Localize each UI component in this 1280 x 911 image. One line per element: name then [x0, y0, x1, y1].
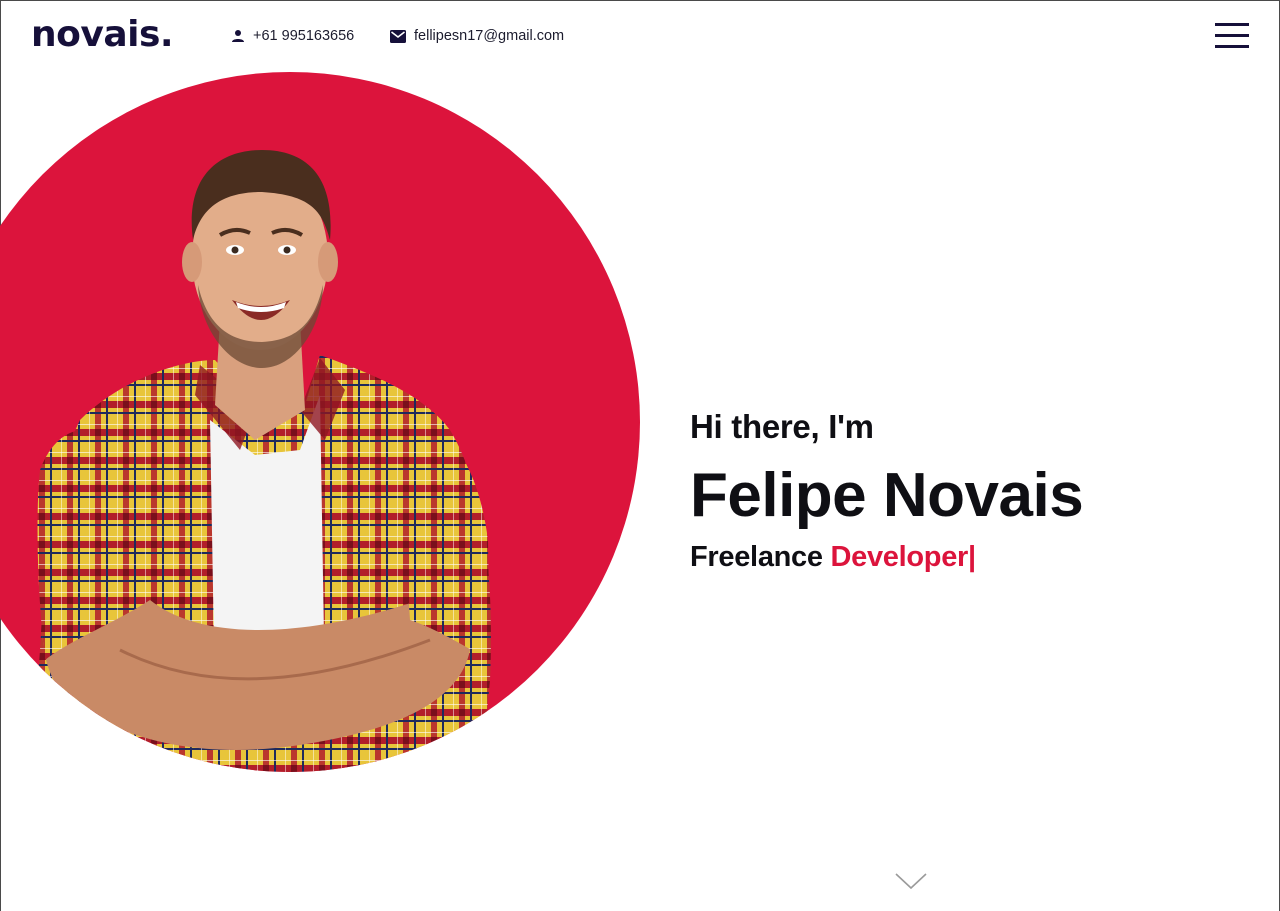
hero-portrait-image	[0, 72, 640, 772]
menu-line	[1215, 34, 1249, 37]
hamburger-menu-icon[interactable]	[1215, 22, 1249, 50]
menu-line	[1215, 23, 1249, 26]
menu-line	[1215, 45, 1249, 48]
hero-role: Freelance Developer|	[690, 541, 976, 574]
hero-greeting: Hi there, I'm	[690, 408, 874, 445]
hero-name: Felipe Novais	[690, 461, 1084, 530]
chevron-down-icon[interactable]	[895, 872, 927, 895]
hero-role-prefix: Freelance	[690, 541, 823, 573]
hero-role-highlight: Developer|	[830, 541, 976, 573]
